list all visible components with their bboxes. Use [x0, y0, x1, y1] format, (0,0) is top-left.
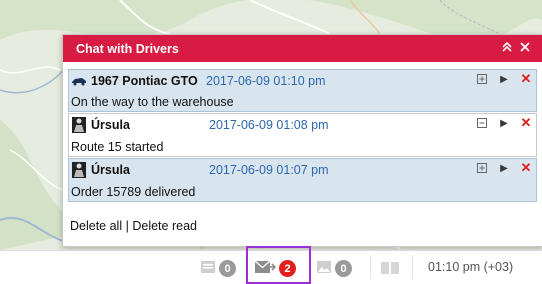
message-time: 2017-06-09 01:08 pm	[209, 118, 329, 132]
message-text: Route 15 started	[71, 140, 164, 154]
footer-separator: |	[125, 219, 129, 233]
status-time: 01:10 pm (+03)	[428, 260, 514, 274]
chat-message[interactable]: 1967 Pontiac GTO 2017-06-09 01:10 pm ▶ ✕…	[68, 69, 537, 112]
chat-message[interactable]: Úrsula 2017-06-09 01:08 pm ▶ ✕ Route 15 …	[68, 113, 537, 157]
notifications-count-badge: 0	[219, 260, 236, 277]
message-sender: 1967 Pontiac GTO	[91, 73, 198, 88]
expand-icon[interactable]	[476, 72, 488, 86]
envelope-arrow-icon	[254, 260, 277, 277]
message-sender: Úrsula	[91, 117, 130, 132]
layout-button[interactable]	[381, 262, 399, 277]
play-icon[interactable]: ▶	[498, 116, 510, 130]
chat-message[interactable]: Úrsula 2017-06-09 01:07 pm ▶ ✕ Order 157…	[68, 158, 537, 202]
delete-message-icon[interactable]: ✕	[520, 160, 532, 175]
play-icon[interactable]: ▶	[498, 72, 510, 86]
car-icon	[71, 73, 87, 89]
messages-button[interactable]: 2	[254, 260, 296, 277]
chat-header[interactable]: Chat with Drivers	[63, 35, 542, 62]
notifications-button[interactable]: 0	[200, 260, 236, 277]
message-time: 2017-06-09 01:07 pm	[209, 163, 329, 177]
notifications-icon	[200, 260, 216, 277]
expand-icon[interactable]	[476, 161, 488, 175]
driver-icon	[71, 116, 87, 133]
delete-message-icon[interactable]: ✕	[520, 71, 532, 86]
close-icon[interactable]	[516, 42, 534, 55]
messages-count-badge: 2	[279, 260, 296, 277]
image-icon	[316, 260, 332, 277]
delete-message-icon[interactable]: ✕	[520, 115, 532, 130]
play-icon[interactable]: ▶	[498, 161, 510, 175]
delete-read-link[interactable]: Delete read	[132, 219, 197, 233]
divider	[370, 255, 371, 279]
message-time: 2017-06-09 01:10 pm	[206, 74, 326, 88]
message-text: On the way to the warehouse	[71, 95, 234, 109]
chat-title: Chat with Drivers	[76, 41, 179, 56]
driver-icon	[71, 161, 87, 178]
chat-window: Chat with Drivers 1967 Pontiac GTO 2017-…	[62, 34, 542, 247]
collapse-icon[interactable]	[476, 116, 488, 130]
chat-footer: Delete all | Delete read	[70, 219, 197, 233]
divider	[412, 255, 413, 279]
layout-icon	[381, 262, 399, 277]
images-button[interactable]: 0	[316, 260, 352, 277]
message-text: Order 15789 delivered	[71, 185, 196, 199]
message-sender: Úrsula	[91, 162, 130, 177]
double-chevron-up-icon[interactable]	[498, 41, 516, 55]
images-count-badge: 0	[335, 260, 352, 277]
delete-all-link[interactable]: Delete all	[70, 219, 122, 233]
